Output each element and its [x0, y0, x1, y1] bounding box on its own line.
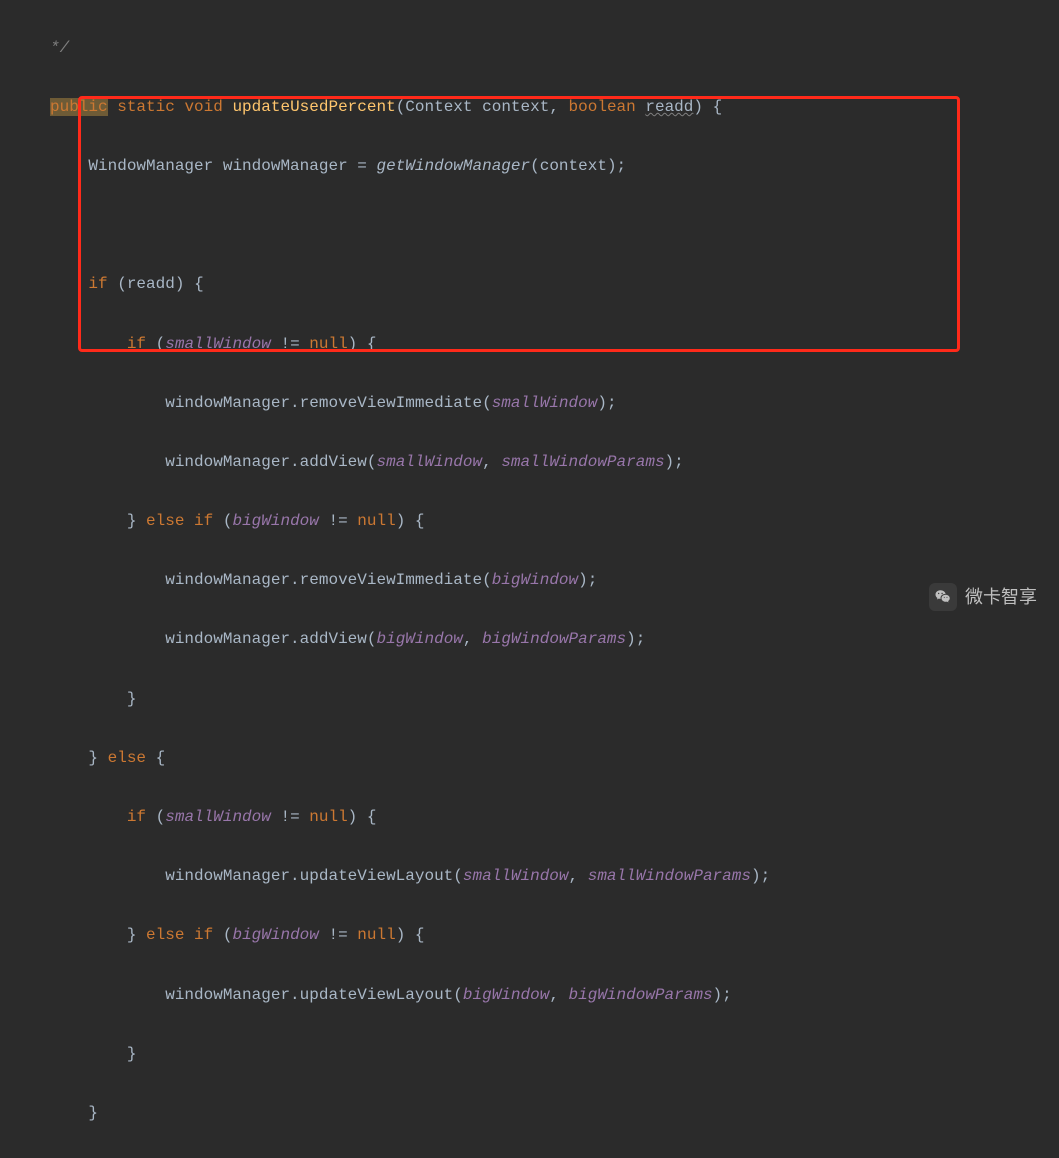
code-line: */ [0, 34, 1059, 64]
watermark: 微卡智享 [929, 581, 1037, 614]
code-line: windowManager.removeViewImmediate(bigWin… [0, 566, 1059, 596]
keyword-void: void [184, 98, 222, 116]
code-line: windowManager.addView(smallWindow, small… [0, 448, 1059, 478]
method-name: updateUsedPercent [232, 98, 395, 116]
param-readd: readd [645, 98, 693, 116]
comment-close: */ [50, 39, 69, 57]
code-line: windowManager.updateViewLayout(bigWindow… [0, 981, 1059, 1011]
code-line: } [0, 1040, 1059, 1070]
code-line: public static void updateUsedPercent(Con… [0, 93, 1059, 123]
keyword-public: public [50, 98, 108, 116]
code-line: if (smallWindow != null) { [0, 330, 1059, 360]
code-line: } [0, 685, 1059, 715]
keyword-static: static [117, 98, 175, 116]
code-line: windowManager.updateViewLayout(smallWind… [0, 862, 1059, 892]
blank-line [0, 211, 1059, 241]
code-line: windowManager.removeViewImmediate(smallW… [0, 389, 1059, 419]
watermark-text: 微卡智享 [965, 581, 1037, 614]
code-line: WindowManager windowManager = getWindowM… [0, 152, 1059, 182]
code-line: } else { [0, 744, 1059, 774]
code-line: } [0, 1099, 1059, 1129]
code-line: windowManager.addView(bigWindow, bigWind… [0, 625, 1059, 655]
code-line: if (smallWindow != null) { [0, 803, 1059, 833]
code-line: if (readd) { [0, 270, 1059, 300]
wechat-icon [929, 583, 957, 611]
code-line: } else if (bigWindow != null) { [0, 921, 1059, 951]
code-line: } else if (bigWindow != null) { [0, 507, 1059, 537]
code-editor-viewport[interactable]: */ public static void updateUsedPercent(… [0, 0, 1059, 1158]
call-getWindowManager: getWindowManager [376, 157, 530, 175]
